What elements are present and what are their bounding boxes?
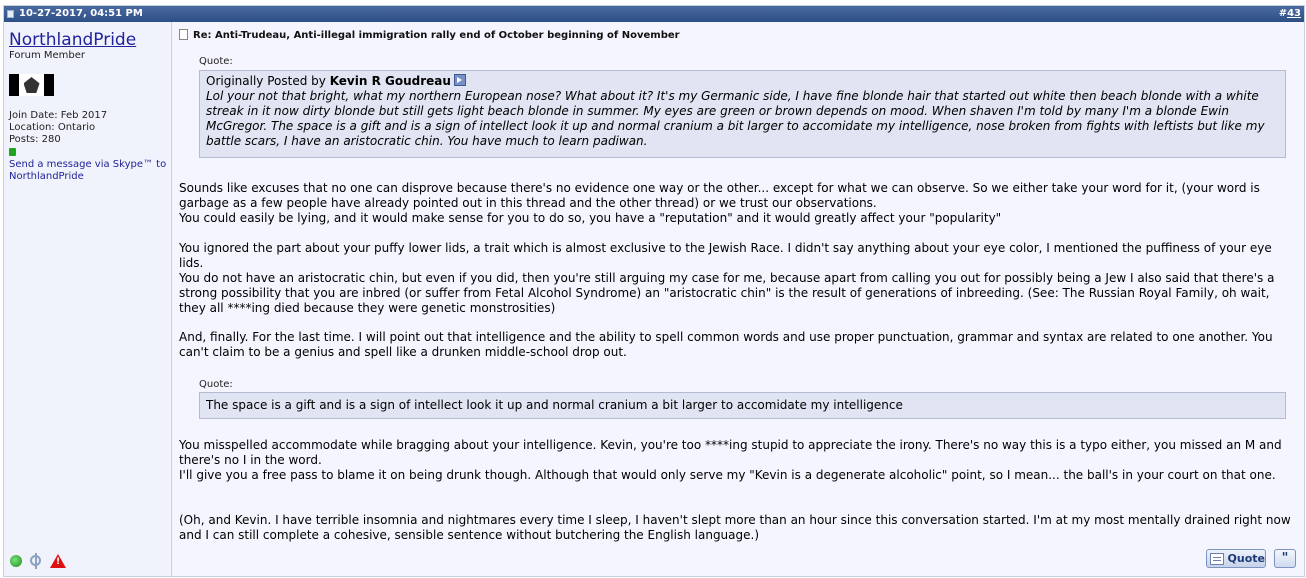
post-status-icons: ! [10, 553, 66, 569]
body-paragraph: Sounds like excuses that no one can disp… [179, 181, 1260, 225]
quote-button[interactable]: Quote [1206, 549, 1266, 568]
online-status-icon [10, 555, 22, 567]
post-count: Posts: 280 [9, 134, 61, 145]
view-post-icon[interactable] [453, 74, 466, 86]
join-date: Join Date: Feb 2017 [9, 110, 108, 121]
post-number: #43 [1278, 8, 1301, 19]
quote-label: Quote: [199, 56, 233, 67]
quote-attribution: Originally Posted by Kevin R Goudreau [206, 74, 1279, 89]
avatar [9, 74, 54, 96]
location: Location: Ontario [9, 122, 96, 133]
post-title: Re: Anti-Trudeau, Anti-illegal immigrati… [179, 29, 680, 41]
post-content: Re: Anti-Trudeau, Anti-illegal immigrati… [172, 22, 1304, 576]
quote-author: Kevin R Goudreau [329, 74, 451, 88]
post-title-icon [179, 29, 188, 40]
author-username[interactable]: NorthlandPride [9, 30, 136, 50]
body-paragraph: And, finally. For the last time. I will … [179, 330, 1273, 359]
eagle-icon [23, 77, 40, 93]
report-post-icon[interactable]: ! [50, 554, 66, 568]
multiquote-button[interactable]: " [1274, 549, 1296, 568]
body-paragraph: (Oh, and Kevin. I have terrible insomnia… [179, 513, 1291, 542]
body-paragraph: You misspelled accommodate while braggin… [179, 438, 1282, 482]
online-indicator-icon [9, 148, 16, 156]
post-header: 10-27-2017, 04:51 PM #43 [4, 6, 1304, 22]
quote-block: The space is a gift and is a sign of int… [199, 392, 1286, 419]
post-icon [7, 10, 14, 18]
quote-label: Quote: [199, 379, 233, 390]
author-sidebar: NorthlandPride Forum Member Join Date: F… [4, 22, 172, 576]
reputation-icon[interactable] [28, 553, 44, 569]
forum-post: 10-27-2017, 04:51 PM #43 NorthlandPride … [3, 5, 1305, 577]
author-title: Forum Member [9, 50, 86, 61]
author-stats: Join Date: Feb 2017 Location: Ontario Po… [9, 110, 107, 146]
quote-block: Originally Posted by Kevin R Goudreau Lo… [199, 70, 1286, 158]
multiquote-icon: " [1281, 550, 1289, 566]
skype-link[interactable]: Send a message via Skype™ to NorthlandPr… [9, 159, 169, 183]
post-number-link[interactable]: 43 [1287, 8, 1301, 19]
quote-text: The space is a gift and is a sign of int… [206, 398, 903, 412]
post-date: 10-27-2017, 04:51 PM [19, 8, 143, 19]
quote-text: Lol your not that bright, what my northe… [206, 89, 1265, 148]
body-paragraph: You ignored the part about your puffy lo… [179, 241, 1275, 315]
quote-icon [1210, 552, 1224, 565]
